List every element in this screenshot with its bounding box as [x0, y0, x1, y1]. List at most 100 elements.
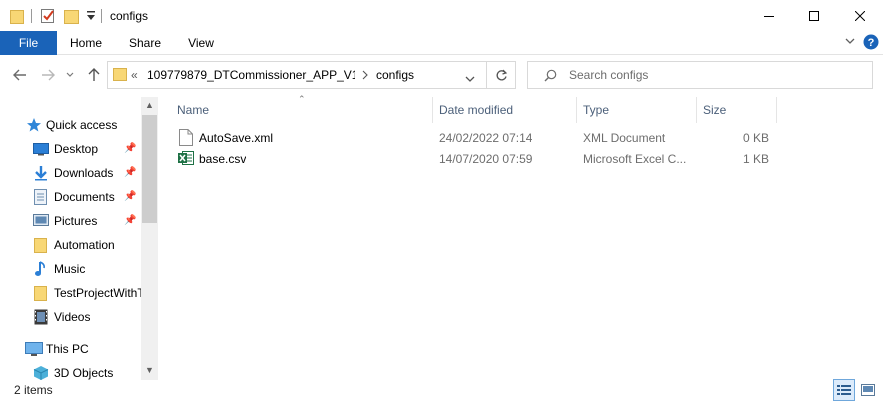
star-icon	[26, 117, 42, 133]
file-size: 1 KB	[742, 152, 769, 166]
download-icon	[33, 165, 49, 181]
minimize-icon	[764, 15, 774, 17]
column-header-date-modified[interactable]: Date modified	[439, 97, 576, 123]
details-view-icon	[837, 385, 851, 395]
sidebar-item-label: Music	[54, 262, 86, 276]
back-arrow-icon	[13, 69, 26, 81]
navigation-pane: Quick access Desktop 📌 Downloads 📌 Docum…	[0, 97, 158, 380]
sidebar-item-automation[interactable]: Automation	[0, 234, 140, 256]
folder-icon	[113, 67, 128, 85]
folder-icon	[34, 285, 50, 301]
column-divider[interactable]	[432, 97, 433, 123]
chevron-down-icon	[66, 72, 74, 77]
title-separator	[31, 9, 32, 23]
file-type: Microsoft Excel C...	[583, 152, 687, 166]
column-divider[interactable]	[776, 97, 777, 123]
up-button[interactable]	[84, 64, 104, 86]
title-separator	[101, 9, 102, 23]
search-input[interactable]: Search configs	[569, 68, 648, 82]
breadcrumb-separator-icon[interactable]	[362, 69, 368, 83]
details-view-button[interactable]	[833, 379, 855, 401]
address-dropdown-icon[interactable]	[465, 72, 475, 86]
folder-icon	[34, 237, 50, 253]
file-row[interactable]: AutoSave.xml 24/02/2022 07:14 XML Docume…	[170, 128, 780, 148]
file-type: XML Document	[583, 131, 666, 145]
sidebar-item-label: Pictures	[54, 214, 98, 228]
file-name: base.csv	[199, 152, 247, 166]
sidebar-item-testproject[interactable]: TestProjectWithT	[0, 282, 142, 304]
sidebar-item-desktop[interactable]: Desktop 📌	[0, 138, 140, 160]
sidebar-item-music[interactable]: Music	[0, 258, 140, 280]
close-icon	[855, 10, 865, 21]
folder-icon[interactable]	[10, 8, 24, 27]
column-header-type[interactable]: Type	[583, 97, 696, 123]
breadcrumb-overflow[interactable]: «	[131, 68, 138, 82]
tab-view[interactable]: View	[176, 31, 226, 55]
scroll-up-button[interactable]: ▲	[141, 97, 158, 114]
sidebar-item-quick-access[interactable]: Quick access	[0, 114, 140, 136]
customize-quick-access-icon[interactable]	[86, 10, 96, 25]
xml-file-icon	[179, 129, 193, 149]
file-name: AutoSave.xml	[199, 131, 274, 145]
properties-icon[interactable]	[40, 8, 56, 27]
search-icon	[544, 69, 557, 85]
file-row[interactable]: base.csv 14/07/2020 07:59 Microsoft Exce…	[170, 149, 780, 169]
pictures-icon	[33, 213, 49, 229]
sidebar-item-documents[interactable]: Documents 📌	[0, 186, 140, 208]
item-count: 2 items	[14, 383, 53, 397]
excel-file-icon	[178, 150, 194, 169]
sidebar-item-pictures[interactable]: Pictures 📌	[0, 210, 140, 232]
breadcrumb-item[interactable]: 109779879_DTCommissioner_APP_V1....	[147, 68, 355, 82]
file-date-modified: 14/07/2020 07:59	[439, 152, 533, 166]
close-button[interactable]	[837, 0, 883, 31]
sidebar-item-downloads[interactable]: Downloads 📌	[0, 162, 140, 184]
sidebar-item-label: 3D Objects	[54, 366, 114, 380]
new-folder-icon[interactable]	[64, 8, 80, 27]
file-size: 0 KB	[742, 131, 769, 145]
refresh-icon	[496, 69, 508, 80]
forward-arrow-icon	[42, 69, 55, 81]
search-box[interactable]: Search configs	[527, 61, 873, 89]
sidebar-item-label: Videos	[54, 310, 91, 324]
sidebar-item-label: Downloads	[54, 166, 114, 180]
sidebar-item-videos[interactable]: Videos	[0, 306, 140, 328]
videos-icon	[34, 309, 50, 325]
scrollbar-thumb[interactable]	[142, 115, 157, 223]
pin-icon: 📌	[124, 191, 137, 202]
forward-button[interactable]	[38, 64, 58, 86]
maximize-button[interactable]	[791, 0, 837, 31]
tab-share[interactable]: Share	[119, 31, 171, 55]
expand-ribbon-icon[interactable]	[844, 35, 856, 50]
address-bar[interactable]: « 109779879_DTCommissioner_APP_V1.... co…	[107, 61, 516, 89]
documents-icon	[34, 189, 50, 205]
back-button[interactable]	[10, 64, 30, 86]
sidebar-item-label: This PC	[46, 342, 89, 356]
column-header-name[interactable]: Name	[177, 97, 432, 123]
desktop-icon	[33, 141, 49, 157]
column-divider[interactable]	[696, 97, 697, 123]
pin-icon: 📌	[124, 143, 137, 154]
sidebar-item-label: Automation	[54, 238, 115, 252]
column-divider[interactable]	[576, 97, 577, 123]
sidebar-item-label: Desktop	[54, 142, 99, 156]
title-bar: configs	[0, 0, 883, 31]
svg-text:?: ?	[868, 37, 875, 49]
recent-locations-button[interactable]	[63, 64, 77, 86]
column-header-size[interactable]: Size	[703, 97, 776, 123]
tab-file[interactable]: File	[0, 31, 57, 55]
ribbon: File Home Share View ?	[0, 31, 883, 55]
pin-icon: 📌	[124, 215, 137, 226]
breadcrumb-item[interactable]: configs	[376, 68, 414, 82]
sidebar-item-this-pc[interactable]: This PC	[0, 338, 140, 360]
refresh-button[interactable]	[486, 61, 516, 89]
music-icon	[34, 261, 50, 277]
sidebar-item-label: Documents	[54, 190, 115, 204]
minimize-button[interactable]	[746, 0, 792, 31]
maximize-icon	[809, 10, 819, 21]
help-icon[interactable]: ?	[863, 34, 879, 53]
tab-home[interactable]: Home	[60, 31, 112, 55]
large-icons-view-button[interactable]	[857, 379, 879, 401]
sidebar-item-3d-objects[interactable]: 3D Objects	[0, 362, 140, 384]
up-arrow-icon	[88, 68, 100, 81]
scroll-down-button[interactable]: ▼	[141, 362, 158, 379]
